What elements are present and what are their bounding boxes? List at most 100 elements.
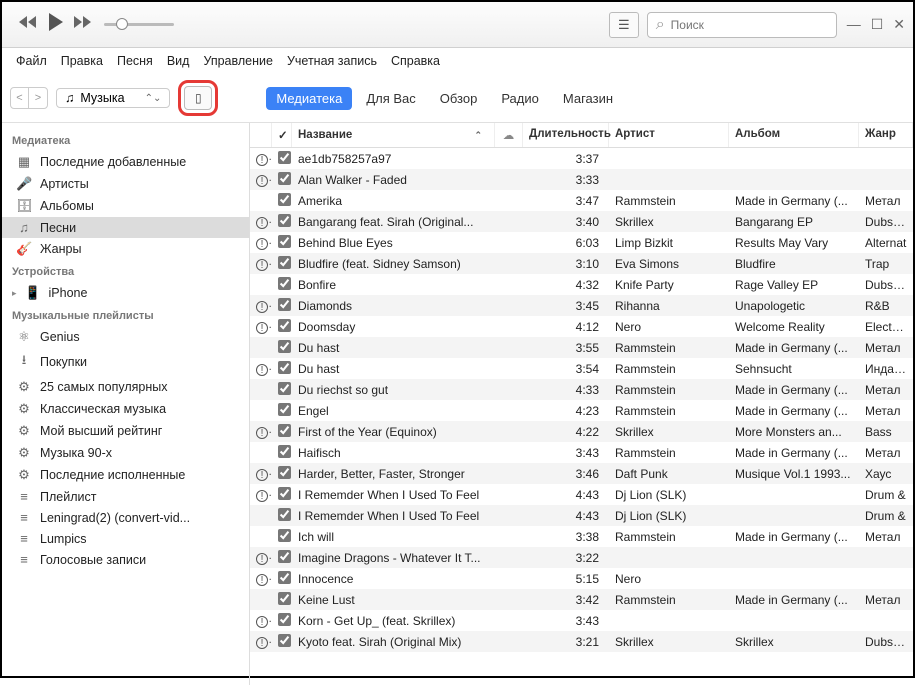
row-checkbox[interactable]	[272, 193, 292, 209]
minimize-button[interactable]: —	[847, 16, 861, 33]
search-field[interactable]: ⌕	[647, 12, 837, 38]
sidebar-item[interactable]: 🎤Артисты	[2, 173, 249, 195]
table-row[interactable]: Keine Lust3:42RammsteinMade in Germany (…	[250, 589, 913, 610]
table-row[interactable]: Du hast3:55RammsteinMade in Germany (...…	[250, 337, 913, 358]
col-genre[interactable]: Жанр	[859, 123, 913, 147]
menu-учетная запись[interactable]: Учетная запись	[281, 52, 383, 70]
sidebar-item[interactable]: ⚙Мой высший рейтинг	[2, 420, 249, 442]
close-button[interactable]: ✕	[893, 16, 905, 33]
row-checkbox[interactable]	[272, 424, 292, 440]
table-row[interactable]: Haifisch3:43RammsteinMade in Germany (..…	[250, 442, 913, 463]
row-checkbox[interactable]	[272, 445, 292, 461]
table-row[interactable]: !Bangarang feat. Sirah (Original...3:40S…	[250, 211, 913, 232]
tab-0[interactable]: Медиатека	[266, 87, 352, 110]
row-checkbox[interactable]	[272, 277, 292, 293]
row-checkbox[interactable]	[272, 214, 292, 230]
sidebar-item[interactable]: ⚙Последние исполненные	[2, 464, 249, 486]
col-duration[interactable]: Длительность	[523, 123, 609, 147]
up-next-button[interactable]: ☰	[609, 12, 639, 38]
table-row[interactable]: Engel4:23RammsteinMade in Germany (...Ме…	[250, 400, 913, 421]
col-name[interactable]: Название ⌃	[292, 123, 495, 147]
table-row[interactable]: Amerika3:47RammsteinMade in Germany (...…	[250, 190, 913, 211]
row-checkbox[interactable]	[272, 151, 292, 167]
table-row[interactable]: !Innocence5:15Nero	[250, 568, 913, 589]
table-row[interactable]: !ae1db758257a973:37	[250, 148, 913, 169]
row-checkbox[interactable]	[272, 529, 292, 545]
col-check[interactable]: ✓	[272, 123, 292, 147]
row-checkbox[interactable]	[272, 319, 292, 335]
menu-песня[interactable]: Песня	[111, 52, 159, 70]
table-row[interactable]: !I Rememder When I Used To Feel4:43Dj Li…	[250, 484, 913, 505]
table-row[interactable]: !Kyoto feat. Sirah (Original Mix)3:21Skr…	[250, 631, 913, 652]
table-row[interactable]: !Du hast3:54RammsteinSehnsuchtИндастр	[250, 358, 913, 379]
volume-slider[interactable]	[104, 23, 174, 26]
sidebar-item[interactable]: ≡Плейлист	[2, 486, 249, 507]
sidebar-item[interactable]: ⚙25 самых популярных	[2, 376, 249, 398]
menu-файл[interactable]: Файл	[10, 52, 53, 70]
row-checkbox[interactable]	[272, 550, 292, 566]
sidebar-item[interactable]: ≡Lumpics	[2, 528, 249, 549]
row-checkbox[interactable]	[272, 592, 292, 608]
table-row[interactable]: !Doomsday4:12NeroWelcome RealityElectron	[250, 316, 913, 337]
library-selector[interactable]: ♫ Музыка ⌃⌄	[56, 88, 170, 108]
row-checkbox[interactable]	[272, 571, 292, 587]
menu-вид[interactable]: Вид	[161, 52, 196, 70]
next-button[interactable]	[72, 15, 92, 34]
row-checkbox[interactable]	[272, 256, 292, 272]
row-checkbox[interactable]	[272, 613, 292, 629]
nav-forward-button[interactable]: >	[29, 88, 47, 108]
table-row[interactable]: !Bludfire (feat. Sidney Samson)3:10Eva S…	[250, 253, 913, 274]
table-row[interactable]: !Korn - Get Up_ (feat. Skrillex)3:43	[250, 610, 913, 631]
row-checkbox[interactable]	[272, 235, 292, 251]
col-album[interactable]: Альбом	[729, 123, 859, 147]
table-row[interactable]: !Diamonds3:45RihannaUnapologeticR&B	[250, 295, 913, 316]
col-artist[interactable]: Артист	[609, 123, 729, 147]
sidebar-item[interactable]: ⚙Классическая музыка	[2, 398, 249, 420]
search-input[interactable]	[671, 18, 828, 32]
tab-1[interactable]: Для Вас	[356, 87, 425, 110]
menu-справка[interactable]: Справка	[385, 52, 446, 70]
nav-back-button[interactable]: <	[11, 88, 29, 108]
sidebar-item[interactable]: ♫Песни	[2, 217, 249, 238]
sidebar-item[interactable]: ≡Leningrad(2) (convert-vid...	[2, 507, 249, 528]
sidebar-item[interactable]: 🗄Альбомы	[2, 195, 249, 217]
sidebar-item[interactable]: ⚙Музыка 90-х	[2, 442, 249, 464]
row-checkbox[interactable]	[272, 403, 292, 419]
sidebar-item[interactable]: ⚛Genius	[2, 326, 249, 348]
col-cloud[interactable]: ☁	[495, 123, 523, 147]
prev-button[interactable]	[18, 15, 38, 34]
row-checkbox[interactable]	[272, 298, 292, 314]
table-row[interactable]: Ich will3:38RammsteinMade in Germany (..…	[250, 526, 913, 547]
row-checkbox[interactable]	[272, 466, 292, 482]
sidebar-item[interactable]: 🎸Жанры	[2, 238, 249, 260]
table-row[interactable]: !First of the Year (Equinox)4:22Skrillex…	[250, 421, 913, 442]
table-row[interactable]: !Imagine Dragons - Whatever It T...3:22	[250, 547, 913, 568]
tab-3[interactable]: Радио	[491, 87, 549, 110]
row-checkbox[interactable]	[272, 340, 292, 356]
sidebar-item[interactable]: ⭳Покупки	[2, 348, 249, 376]
sidebar-item[interactable]: ▦Последние добавленные	[2, 151, 249, 173]
table-row[interactable]: Du riechst so gut4:33RammsteinMade in Ge…	[250, 379, 913, 400]
row-duration: 3:43	[523, 446, 609, 460]
sidebar-item[interactable]: ≡Голосовые записи	[2, 549, 249, 570]
row-checkbox[interactable]	[272, 172, 292, 188]
table-row[interactable]: Bonfire4:32Knife PartyRage Valley EPDubs…	[250, 274, 913, 295]
table-row[interactable]: !Alan Walker - Faded3:33	[250, 169, 913, 190]
col-indicator[interactable]	[250, 123, 272, 147]
table-row[interactable]: !Harder, Better, Faster, Stronger3:46Daf…	[250, 463, 913, 484]
row-checkbox[interactable]	[272, 361, 292, 377]
sidebar-item[interactable]: ▸📱iPhone	[2, 282, 249, 304]
table-row[interactable]: I Rememder When I Used To Feel4:43Dj Lio…	[250, 505, 913, 526]
device-button[interactable]: ▯	[184, 86, 212, 110]
maximize-button[interactable]: ☐	[871, 16, 884, 33]
table-row[interactable]: !Behind Blue Eyes6:03Limp BizkitResults …	[250, 232, 913, 253]
row-checkbox[interactable]	[272, 634, 292, 650]
row-checkbox[interactable]	[272, 487, 292, 503]
row-checkbox[interactable]	[272, 508, 292, 524]
tab-4[interactable]: Магазин	[553, 87, 623, 110]
menu-правка[interactable]: Правка	[55, 52, 109, 70]
menu-управление[interactable]: Управление	[197, 52, 279, 70]
tab-2[interactable]: Обзор	[430, 87, 488, 110]
play-button[interactable]	[44, 11, 66, 38]
row-checkbox[interactable]	[272, 382, 292, 398]
